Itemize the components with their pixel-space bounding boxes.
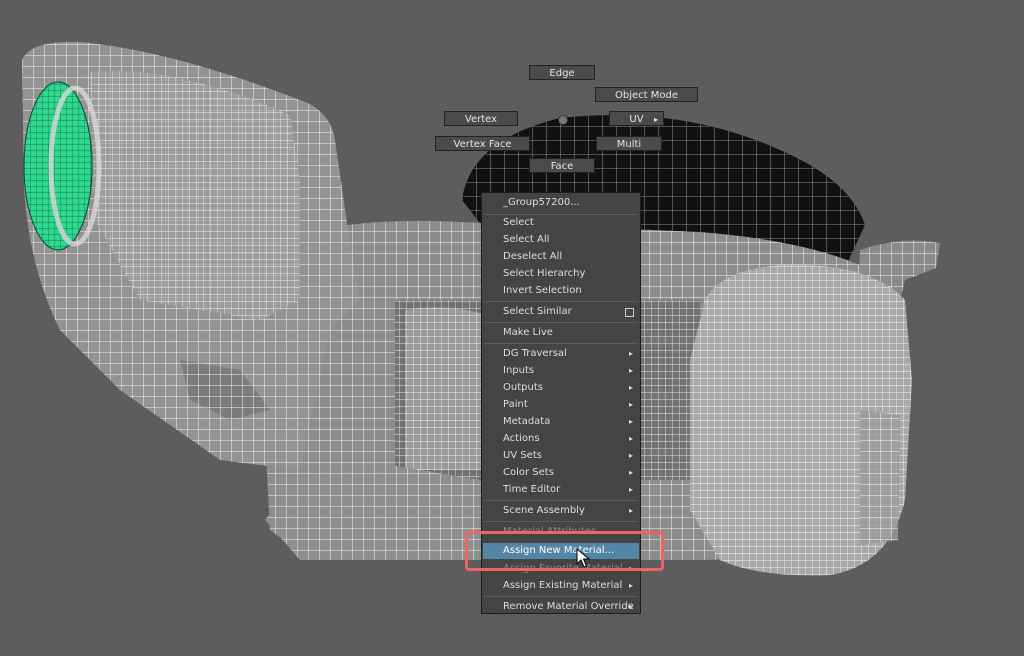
- menu-separator: [484, 322, 638, 323]
- menu-item-outputs[interactable]: Outputs ▸: [483, 380, 639, 396]
- menu-item-assign-existing-material[interactable]: Assign Existing Material ▸: [483, 578, 639, 594]
- menu-item-paint[interactable]: Paint ▸: [483, 397, 639, 413]
- vertex-face-mode-button[interactable]: Vertex Face: [435, 136, 530, 151]
- menu-item-select[interactable]: Select: [483, 215, 639, 231]
- menu-item-scene-assembly[interactable]: Scene Assembly ▸: [483, 503, 639, 519]
- submenu-arrow-icon: ▸: [628, 434, 633, 443]
- submenu-arrow-icon: ▸: [628, 468, 633, 477]
- face-mode-button[interactable]: Face: [529, 158, 595, 173]
- menu-item-invert-selection[interactable]: Invert Selection: [483, 283, 639, 299]
- 3d-viewport[interactable]: Edge Object Mode Vertex UV ▸ Vertex Face …: [0, 0, 1024, 656]
- submenu-arrow-icon: ▸: [628, 485, 633, 494]
- menu-item-remove-material-override[interactable]: Remove Material Override ▸: [483, 599, 639, 615]
- submenu-arrow-icon: ▸: [628, 366, 633, 375]
- submenu-arrow-icon: ▸: [653, 115, 658, 124]
- menu-item-inputs[interactable]: Inputs ▸: [483, 363, 639, 379]
- annotation-highlight-box: [465, 531, 664, 571]
- mouse-cursor-icon: [576, 548, 590, 568]
- menu-item-time-editor[interactable]: Time Editor ▸: [483, 482, 639, 498]
- submenu-arrow-icon: ▸: [628, 417, 633, 426]
- submenu-arrow-icon: ▸: [628, 400, 633, 409]
- menu-separator: [484, 521, 638, 522]
- marking-menu-center: [558, 115, 568, 125]
- menu-item-make-live[interactable]: Make Live: [483, 325, 639, 341]
- edge-mode-button[interactable]: Edge: [529, 65, 595, 80]
- menu-item-select-hierarchy[interactable]: Select Hierarchy: [483, 266, 639, 282]
- submenu-arrow-icon: ▸: [628, 602, 633, 611]
- submenu-arrow-icon: ▸: [628, 506, 633, 515]
- submenu-arrow-icon: ▸: [628, 349, 633, 358]
- submenu-arrow-icon: ▸: [628, 383, 633, 392]
- menu-item-select-all[interactable]: Select All: [483, 232, 639, 248]
- menu-separator: [484, 343, 638, 344]
- menu-item-actions[interactable]: Actions ▸: [483, 431, 639, 447]
- menu-item-uv-sets[interactable]: UV Sets ▸: [483, 448, 639, 464]
- menu-separator: [484, 596, 638, 597]
- menu-item-metadata[interactable]: Metadata ▸: [483, 414, 639, 430]
- option-box-icon[interactable]: [625, 308, 634, 317]
- multi-mode-button[interactable]: Multi: [596, 136, 662, 151]
- menu-item-select-similar[interactable]: Select Similar: [483, 304, 639, 320]
- submenu-arrow-icon: ▸: [628, 451, 633, 460]
- menu-header-object-name: _Group57200...: [503, 197, 580, 208]
- right-bulge: [690, 264, 912, 576]
- menu-separator: [484, 500, 638, 501]
- menu-item-deselect-all[interactable]: Deselect All: [483, 249, 639, 265]
- menu-item-color-sets[interactable]: Color Sets ▸: [483, 465, 639, 481]
- menu-item-dg-traversal[interactable]: DG Traversal ▸: [483, 346, 639, 362]
- object-mode-button[interactable]: Object Mode: [595, 87, 698, 102]
- submenu-arrow-icon: ▸: [628, 581, 633, 590]
- menu-separator: [484, 301, 638, 302]
- vertex-mode-button[interactable]: Vertex: [444, 111, 518, 126]
- uv-mode-button[interactable]: UV ▸: [609, 111, 664, 126]
